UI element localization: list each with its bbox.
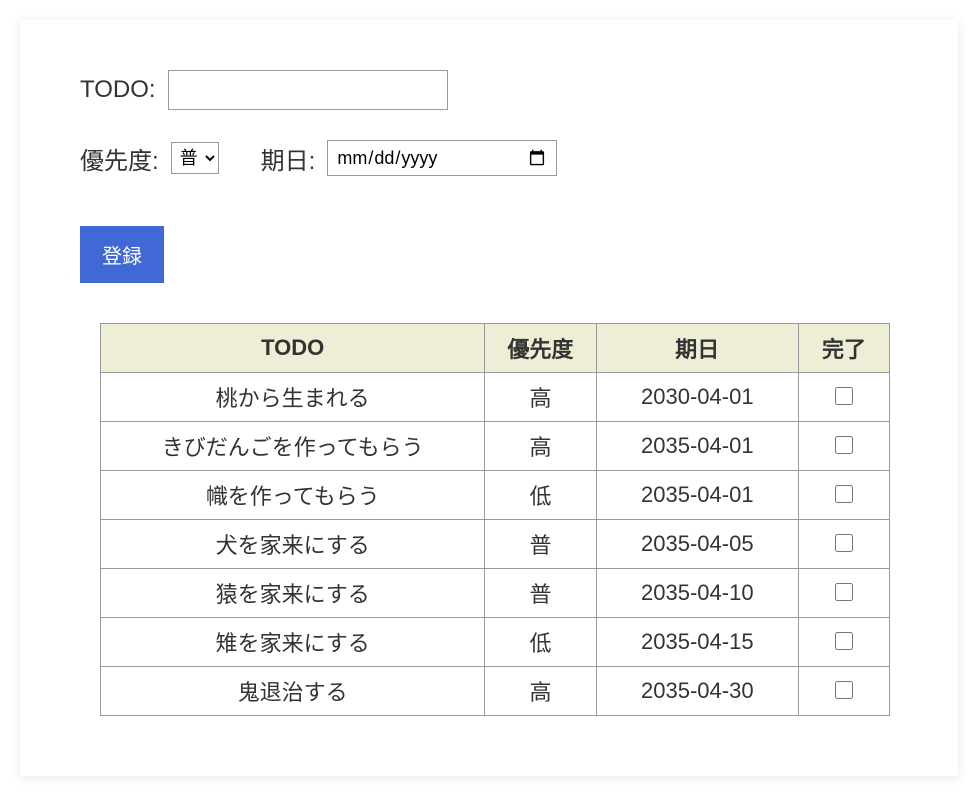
due-date-input[interactable] — [327, 140, 557, 176]
header-todo: TODO — [101, 324, 485, 373]
cell-done — [798, 373, 889, 422]
priority-select[interactable]: 普高低 — [171, 142, 219, 174]
table-row: きびだんごを作ってもらう高2035-04-01 — [101, 422, 890, 471]
cell-priority: 普 — [485, 569, 596, 618]
cell-due: 2035-04-10 — [596, 569, 798, 618]
table-header-row: TODO 優先度 期日 完了 — [101, 324, 890, 373]
cell-due: 2035-04-01 — [596, 422, 798, 471]
cell-priority: 低 — [485, 471, 596, 520]
cell-todo: 桃から生まれる — [101, 373, 485, 422]
done-checkbox[interactable] — [835, 681, 853, 699]
cell-done — [798, 520, 889, 569]
cell-done — [798, 667, 889, 716]
cell-due: 2035-04-30 — [596, 667, 798, 716]
cell-due: 2035-04-05 — [596, 520, 798, 569]
done-checkbox[interactable] — [835, 387, 853, 405]
due-date-label: 期日: — [261, 141, 316, 176]
cell-todo: きびだんごを作ってもらう — [101, 422, 485, 471]
cell-due: 2035-04-15 — [596, 618, 798, 667]
cell-priority: 普 — [485, 520, 596, 569]
cell-done — [798, 471, 889, 520]
table-row: 猿を家来にする普2035-04-10 — [101, 569, 890, 618]
done-checkbox[interactable] — [835, 632, 853, 650]
cell-priority: 高 — [485, 422, 596, 471]
table-row: 鬼退治する高2035-04-30 — [101, 667, 890, 716]
cell-done — [798, 422, 889, 471]
cell-due: 2035-04-01 — [596, 471, 798, 520]
cell-due: 2030-04-01 — [596, 373, 798, 422]
header-priority: 優先度 — [485, 324, 596, 373]
cell-priority: 高 — [485, 373, 596, 422]
todo-input[interactable] — [168, 70, 448, 110]
cell-todo: 猿を家来にする — [101, 569, 485, 618]
done-checkbox[interactable] — [835, 436, 853, 454]
table-row: 桃から生まれる高2030-04-01 — [101, 373, 890, 422]
done-checkbox[interactable] — [835, 534, 853, 552]
cell-todo: 幟を作ってもらう — [101, 471, 485, 520]
cell-priority: 高 — [485, 667, 596, 716]
cell-done — [798, 569, 889, 618]
submit-button[interactable]: 登録 — [80, 226, 164, 283]
cell-todo: 犬を家来にする — [101, 520, 485, 569]
done-checkbox[interactable] — [835, 485, 853, 503]
header-due: 期日 — [596, 324, 798, 373]
table-row: 雉を家来にする低2035-04-15 — [101, 618, 890, 667]
cell-done — [798, 618, 889, 667]
cell-todo: 雉を家来にする — [101, 618, 485, 667]
priority-label: 優先度: — [80, 141, 159, 176]
table-row: 犬を家来にする普2035-04-05 — [101, 520, 890, 569]
cell-priority: 低 — [485, 618, 596, 667]
todo-input-row: TODO: — [80, 70, 898, 110]
table-body: 桃から生まれる高2030-04-01きびだんごを作ってもらう高2035-04-0… — [101, 373, 890, 716]
todo-table: TODO 優先度 期日 完了 桃から生まれる高2030-04-01きびだんごを作… — [100, 323, 890, 716]
cell-todo: 鬼退治する — [101, 667, 485, 716]
done-checkbox[interactable] — [835, 583, 853, 601]
header-done: 完了 — [798, 324, 889, 373]
table-row: 幟を作ってもらう低2035-04-01 — [101, 471, 890, 520]
todo-card: TODO: 優先度: 普高低 期日: 登録 TODO 優先度 期日 完了 桃から… — [20, 20, 958, 776]
todo-label: TODO: — [80, 76, 156, 104]
priority-due-row: 優先度: 普高低 期日: — [80, 140, 898, 176]
